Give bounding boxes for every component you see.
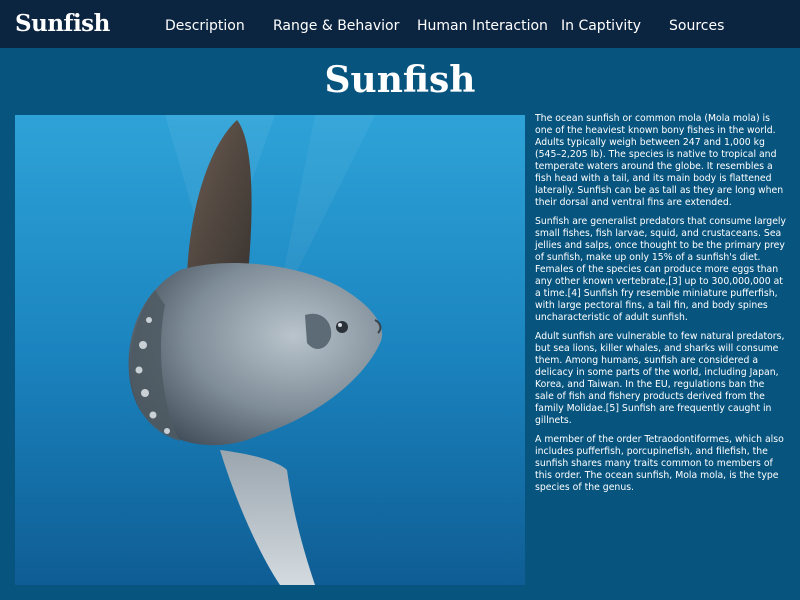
nav-link-description[interactable]: Description (165, 17, 245, 35)
article-text: The ocean sunfish or common mola (Mola m… (535, 113, 786, 501)
sunfish-illustration (15, 115, 525, 585)
sunfish-photo (15, 115, 525, 585)
article-paragraph-taxonomy: A member of the order Tetraodontiformes,… (535, 434, 784, 493)
nav-link-in-captivity[interactable]: In Captivity (561, 17, 641, 35)
top-navbar: Sunfish Description Range & Behavior Hum… (0, 0, 800, 48)
brand-logo-link[interactable]: Sunfish (15, 9, 110, 39)
page-title: Sunfish (324, 59, 476, 101)
article-paragraph-diet: Sunfish are generalist predators that co… (535, 216, 787, 323)
article-paragraph-intro: The ocean sunfish or common mola (Mola m… (535, 113, 784, 208)
article-paragraph-predators: Adult sunfish are vulnerable to few natu… (535, 331, 785, 426)
nav-link-range-behavior[interactable]: Range & Behavior (273, 17, 399, 35)
nav-link-sources[interactable]: Sources (669, 17, 724, 35)
nav-link-human-interaction[interactable]: Human Interaction (417, 17, 548, 35)
